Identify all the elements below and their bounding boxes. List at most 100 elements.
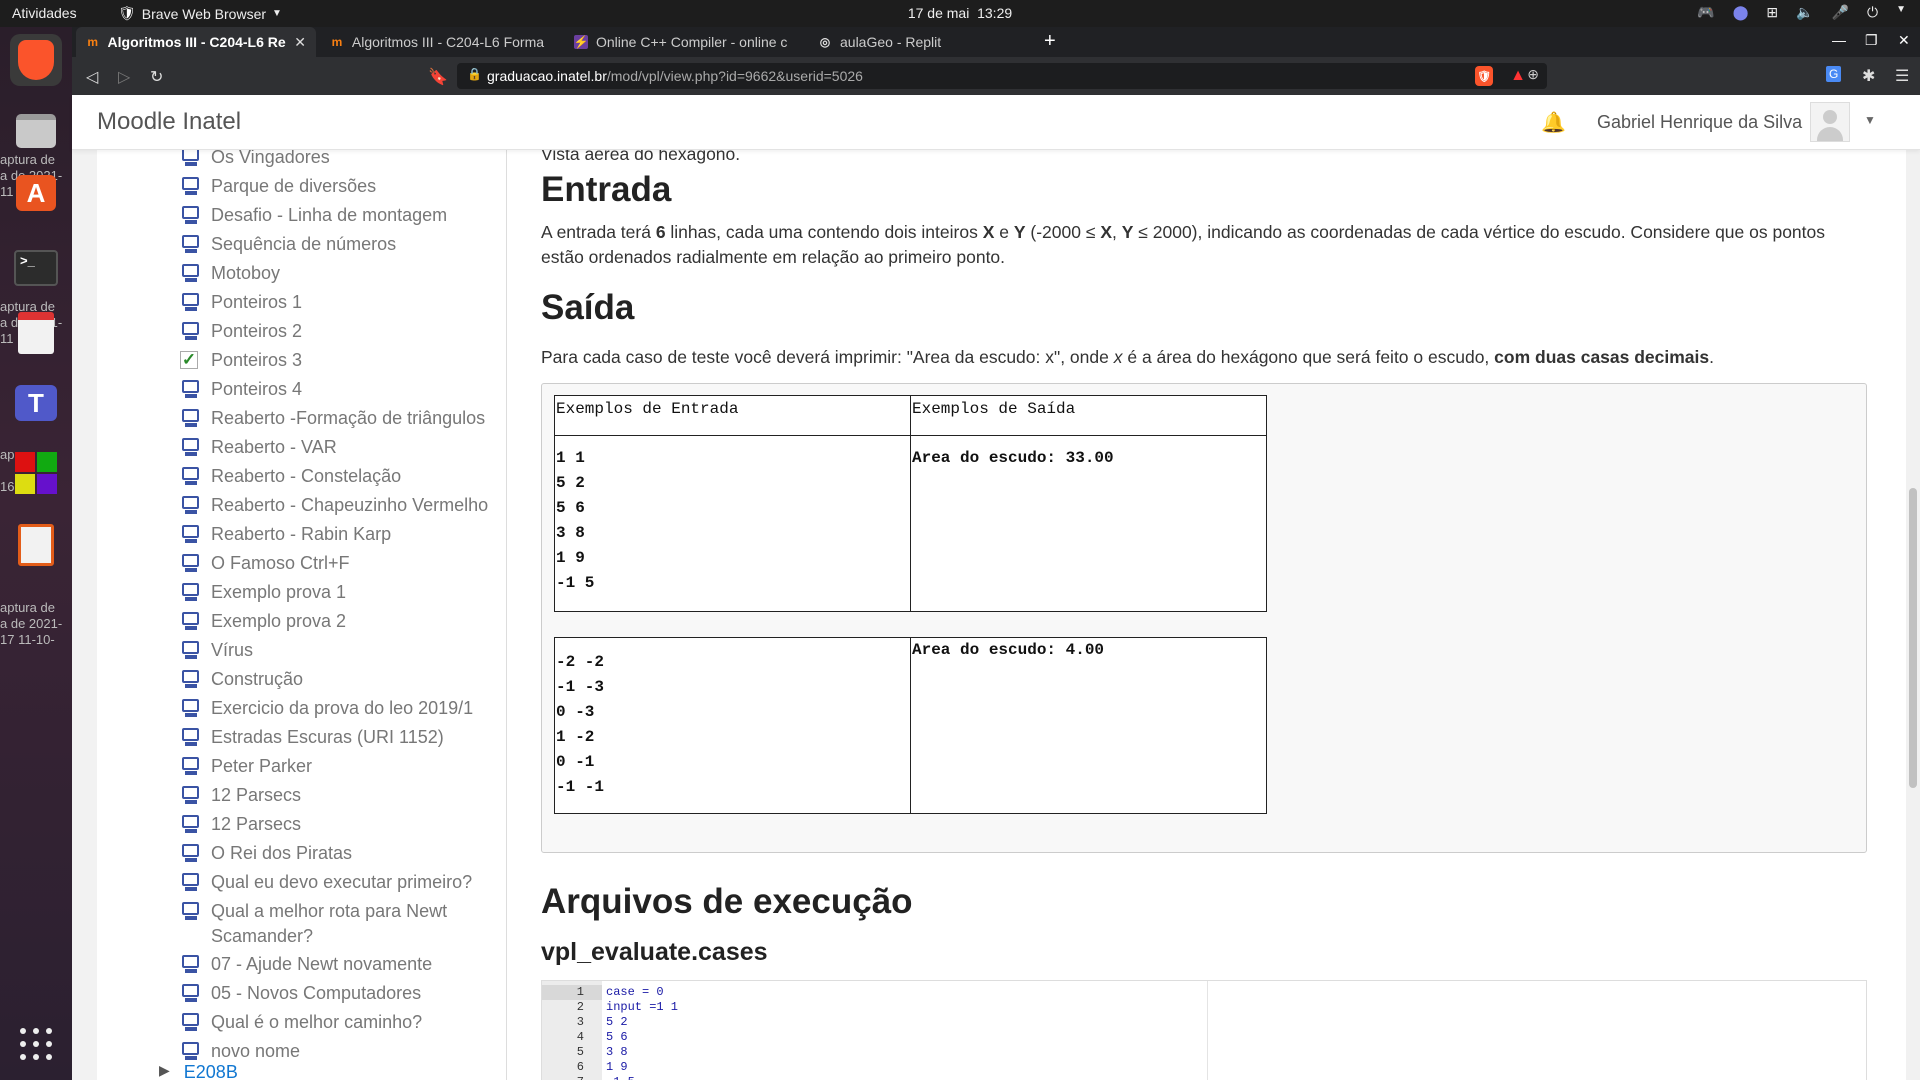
sidebar-activity-item[interactable]: Ponteiros 1 (181, 290, 501, 315)
sidebar-activity-item[interactable]: O Rei dos Piratas (181, 841, 501, 866)
sidebar-activity-item[interactable]: Vírus (181, 638, 501, 663)
tab-algoritmos-re[interactable]: m Algoritmos III - C204-L6 Re ✕ (76, 27, 316, 57)
reload-button[interactable]: ↻ (150, 67, 163, 87)
vpl-activity-icon (181, 1013, 201, 1033)
sidebar-activity-item[interactable]: Reaberto - Rabin Karp (181, 522, 501, 547)
sidebar-activity-item[interactable]: Qual é o melhor caminho? (181, 1010, 501, 1035)
sidebar-item-label: Sequência de números (211, 234, 397, 254)
sidebar-item-label: O Rei dos Piratas (211, 843, 353, 863)
notification-bell-icon[interactable]: 🔔 (1541, 110, 1566, 135)
maximize-button[interactable]: ❐ (1865, 32, 1878, 49)
sidebar-activity-item[interactable]: 12 Parsecs (181, 812, 501, 837)
sidebar-activity-item[interactable]: Peter Parker (181, 754, 501, 779)
example-output-cell: Area do escudo: 33.00 (910, 435, 1267, 612)
sidebar-item-label: 12 Parsecs (211, 814, 302, 834)
brave-rewards-icon[interactable]: ▲ (1509, 66, 1527, 86)
tab-online-cpp-compiler[interactable]: ⚡ Online C++ Compiler - online c (564, 27, 804, 57)
power-icon[interactable]: ⏻ (1867, 4, 1878, 21)
software-center-icon[interactable]: A (10, 167, 62, 219)
code-line: case = 0 (606, 985, 664, 999)
main-content: Vista aérea do hexágono. Entrada A entra… (507, 150, 1920, 1080)
sidebar-activity-item[interactable]: Estradas Escuras (URI 1152) (181, 725, 501, 750)
sidebar-activity-item[interactable]: 12 Parsecs (181, 783, 501, 808)
sidebar-activity-item[interactable]: Reaberto - Chapeuzinho Vermelho (181, 493, 501, 518)
sidebar-activity-item[interactable]: Qual a melhor rota para Newt Scamander? (181, 899, 501, 949)
vpl-activity-icon (181, 206, 201, 226)
zoom-icon[interactable]: ⊕ (1527, 66, 1539, 83)
new-tab-button[interactable]: + (1044, 30, 1056, 53)
sidebar-activity-item[interactable]: ✓ Ponteiros 3 (180, 348, 501, 373)
app-menu[interactable]: 🛡 Brave Web Browser ▼ (118, 5, 282, 22)
page-scrollbar[interactable] (1906, 150, 1920, 1080)
microphone-icon[interactable]: 🎤 (1832, 4, 1849, 21)
example-input-cell: 1 1 5 2 5 6 3 8 1 9 -1 5 (554, 435, 911, 612)
brave-shields-icon[interactable]: 🛡 (1475, 66, 1493, 86)
sidebar-activity-item[interactable]: Ponteiros 4 (181, 377, 501, 402)
code-editor[interactable]: 1234567 case = 0input =1 15 25 63 81 9-1… (541, 980, 1867, 1080)
saida-paragraph: Para cada caso de teste você deverá impr… (541, 347, 1715, 367)
terminal-icon[interactable]: >_ (10, 242, 62, 294)
scrollbar-thumb[interactable] (1909, 488, 1917, 788)
address-bar[interactable]: 🔒 graduacao.inatel.br/mod/vpl/view.php?i… (457, 63, 1547, 89)
sidebar-activity-item[interactable]: 05 - Novos Computadores (181, 981, 501, 1006)
moodle-navbar: Moodle Inatel 🔔 Gabriel Henrique da Silv… (72, 95, 1920, 150)
user-name[interactable]: Gabriel Henrique da Silva (1597, 112, 1802, 133)
bookmark-icon[interactable]: 🔖 (428, 67, 448, 87)
sidebar-activity-item[interactable]: Construção (181, 667, 501, 692)
execution-files-heading: Arquivos de execução (541, 882, 913, 921)
close-window-button[interactable]: ✕ (1898, 32, 1910, 49)
sidebar-activity-item[interactable]: Desafio - Linha de montagem (181, 203, 501, 228)
system-tray[interactable]: 🎮 ⬤ ⊞ 🔈 🎤 ⏻ ▼ (1697, 4, 1906, 21)
sidebar-activity-item[interactable]: novo nome (181, 1039, 501, 1064)
sidebar-activity-item[interactable]: Ponteiros 2 (181, 319, 501, 344)
files-icon[interactable] (10, 105, 62, 157)
vpl-activity-icon (181, 641, 201, 661)
menu-icon[interactable]: ☰ (1895, 66, 1909, 86)
tab-aulageo-replit[interactable]: ◎ aulaGeo - Replit (808, 27, 1038, 57)
presentation-icon[interactable] (10, 519, 62, 571)
sidebar-activity-item[interactable]: Exemplo prova 1 (181, 580, 501, 605)
sidebar-activity-item[interactable]: Exemplo prova 2 (181, 609, 501, 634)
sidebar-activity-item[interactable]: Sequência de números (181, 232, 501, 257)
network-icon[interactable]: ⊞ (1766, 4, 1778, 21)
sidebar-activity-item[interactable]: Qual eu devo executar primeiro? (181, 870, 501, 895)
teams-icon[interactable]: T (10, 377, 62, 429)
avatar[interactable] (1810, 102, 1850, 142)
document-viewer-icon[interactable] (10, 307, 62, 359)
chevron-down-icon[interactable]: ▼ (1896, 4, 1906, 21)
vpl-activity-icon (181, 757, 201, 777)
sidebar-activity-item[interactable]: Reaberto - VAR (181, 435, 501, 460)
sidebar-activity-item[interactable]: Os Vingadores (181, 150, 501, 170)
sidebar-item-label: Exemplo prova 2 (211, 611, 347, 631)
sidebar-activity-item[interactable]: Exercicio da prova do leo 2019/1 (181, 696, 501, 721)
sidebar-activity-item[interactable]: Parque de diversões (181, 174, 501, 199)
sidebar-activity-item[interactable]: Reaberto - Constelação (181, 464, 501, 489)
chevron-down-icon[interactable]: ▼ (1864, 113, 1876, 127)
address-toolbar: ◁ ▷ ↻ 🔖 🔒 graduacao.inatel.br/mod/vpl/vi… (72, 57, 1920, 95)
vpl-activity-icon (181, 293, 201, 313)
translate-extension-icon[interactable]: G (1826, 66, 1842, 82)
sidebar-activity-item[interactable]: Motoboy (181, 261, 501, 286)
section-e208b[interactable]: ▶ E208B (159, 1062, 238, 1080)
sidebar-activity-item[interactable]: O Famoso Ctrl+F (181, 551, 501, 576)
teams-tray-icon[interactable]: ⬤ (1733, 4, 1749, 21)
brave-browser-icon[interactable] (10, 34, 62, 86)
back-button[interactable]: ◁ (86, 67, 98, 87)
show-applications-icon[interactable] (20, 1028, 52, 1060)
close-icon[interactable]: ✕ (294, 34, 306, 51)
site-brand[interactable]: Moodle Inatel (97, 108, 241, 136)
clock[interactable]: 17 de mai 13:29 (0, 5, 1920, 21)
sidebar-activity-item[interactable]: 07 - Ajude Newt novamente (181, 952, 501, 977)
activities-button[interactable]: Atividades (12, 5, 77, 21)
course-nav-sidebar: Os Vingadores Parque de diversões Desafio … (97, 150, 507, 1080)
extensions-icon[interactable]: ✱ (1862, 66, 1875, 86)
sidebar-item-label: Os Vingadores (211, 150, 330, 167)
forward-button[interactable]: ▷ (118, 67, 130, 87)
app-grid-colors-icon[interactable] (10, 447, 62, 499)
tab-algoritmos-forma[interactable]: m Algoritmos III - C204-L6 Forma (320, 27, 560, 57)
discord-icon[interactable]: 🎮 (1697, 4, 1714, 21)
volume-icon[interactable]: 🔈 (1796, 4, 1813, 21)
sidebar-activity-item[interactable]: Reaberto -Formação de triângulos (181, 406, 501, 431)
minimize-button[interactable]: — (1832, 32, 1846, 48)
example-input-cell: -2 -2 -1 -3 0 -3 1 -2 0 -1 -1 -1 (554, 637, 911, 814)
